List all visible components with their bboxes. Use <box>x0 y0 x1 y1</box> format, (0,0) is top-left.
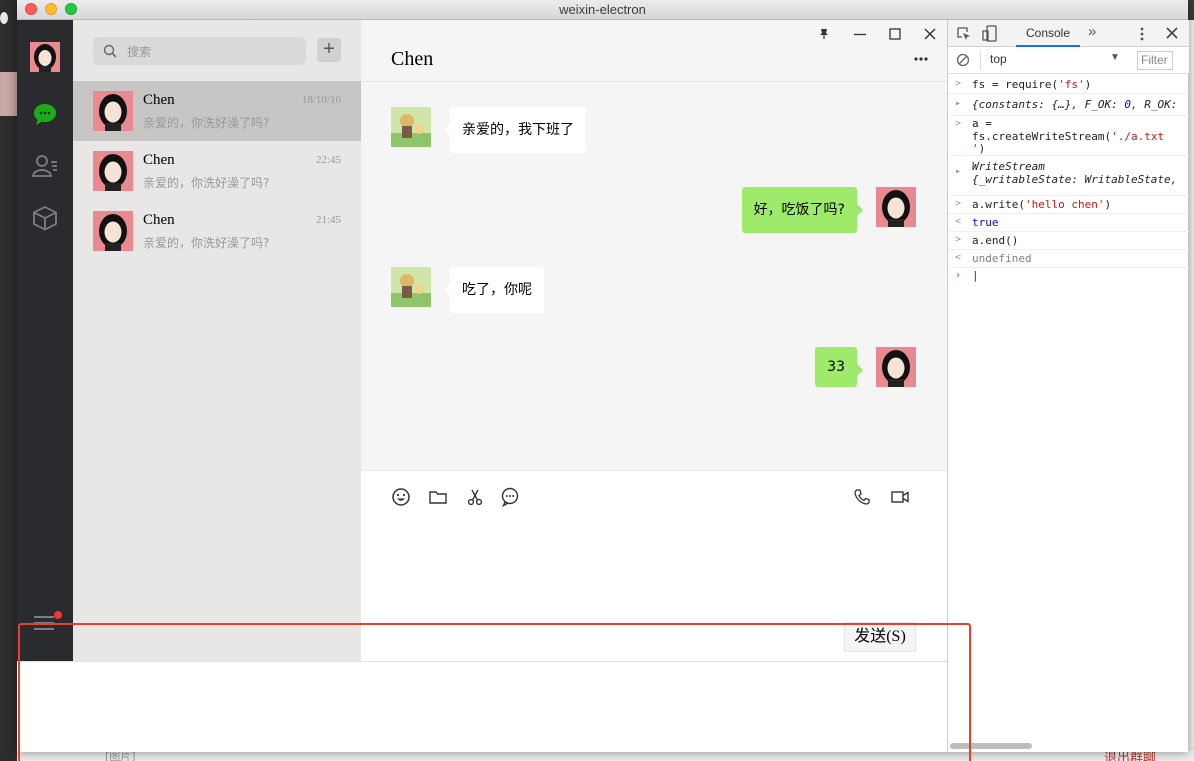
search-icon <box>103 44 117 58</box>
nav-sidebar <box>17 20 73 661</box>
message-bubble: 亲爱的，我下班了 <box>444 107 586 153</box>
chat-history-icon[interactable] <box>500 487 520 507</box>
close-icon[interactable] <box>923 27 937 41</box>
kebab-menu-icon[interactable] <box>1139 26 1145 42</box>
tab-console[interactable]: Console <box>1016 20 1080 47</box>
console-line: ▸ WriteStream {_writableState: WritableS… <box>948 156 1189 196</box>
session-name: Chen <box>143 212 175 228</box>
devtools-panel: Console » top ▼ Filter > fs = require('f… <box>947 20 1189 752</box>
background-avatar <box>0 72 17 116</box>
user-avatar <box>876 187 916 227</box>
video-call-icon[interactable] <box>890 487 910 507</box>
console-line: > a.end() <box>948 232 1189 250</box>
message-bubble-self: 33 <box>815 347 863 387</box>
background-dot <box>0 12 8 24</box>
filter-input[interactable]: Filter <box>1137 51 1173 70</box>
session-preview: 亲爱的，你洗好澡了吗? <box>143 116 270 130</box>
more-icon[interactable] <box>913 56 929 62</box>
context-select[interactable]: top <box>990 52 1007 66</box>
session-time: 21:45 <box>315 214 341 226</box>
device-toolbar-icon[interactable] <box>982 25 998 42</box>
more-tabs-icon[interactable]: » <box>1088 23 1096 40</box>
console-line: > fs = require('fs') <box>948 76 1189 94</box>
minimize-icon[interactable] <box>853 27 867 41</box>
session-list: 搜索 + Chen 18/10/10 亲爱的，你洗好澡了吗? Chen 22:4… <box>73 20 361 661</box>
session-item[interactable]: Chen 22:45 亲爱的，你洗好澡了吗? <box>73 141 361 201</box>
scissors-icon[interactable] <box>465 487 485 507</box>
devtools-toolbar: Console » <box>948 20 1189 47</box>
console-line: < undefined <box>948 250 1189 268</box>
pin-icon[interactable] <box>817 27 831 41</box>
chevron-down-icon[interactable]: ▼ <box>1110 52 1120 63</box>
session-preview: 亲爱的，你洗好澡了吗? <box>143 176 270 190</box>
search-input[interactable]: 搜索 <box>93 37 306 65</box>
contact-avatar <box>93 151 133 191</box>
phone-icon[interactable] <box>852 487 872 507</box>
message-bubble: 吃了，你呢 <box>444 267 544 313</box>
console-line: > a = fs.createWriteStream('./a.txt ') <box>948 116 1189 156</box>
chat-bubble-icon[interactable] <box>31 100 59 128</box>
chat-panel: Chen 亲爱的，我下班了 好，吃饭了吗? 吃了，你呢 33 发送(S) <box>361 20 947 661</box>
contact-avatar <box>93 91 133 131</box>
console-line: < true <box>948 214 1189 232</box>
session-time: 18/10/10 <box>301 94 341 106</box>
session-name: Chen <box>143 152 175 168</box>
contact-avatar <box>391 267 431 307</box>
contacts-icon[interactable] <box>31 152 59 180</box>
chat-title: Chen <box>391 48 434 70</box>
window-title: weixin-electron <box>559 2 646 17</box>
inspect-element-icon[interactable] <box>956 26 972 42</box>
highlight-annotation <box>18 623 971 761</box>
folder-icon[interactable] <box>428 487 448 507</box>
session-item[interactable]: Chen 18/10/10 亲爱的，你洗好澡了吗? <box>73 81 361 141</box>
maximize-icon[interactable] <box>888 27 902 41</box>
toolbar-divider <box>980 51 981 70</box>
favorites-cube-icon[interactable] <box>31 204 59 232</box>
console-line: > a.write('hello chen') <box>948 196 1189 214</box>
message-list: 亲爱的，我下班了 好，吃饭了吗? 吃了，你呢 33 <box>361 82 947 470</box>
contact-avatar <box>391 107 431 147</box>
add-chat-button[interactable]: + <box>317 38 341 62</box>
console-toolbar: top ▼ Filter <box>948 47 1189 74</box>
console-prompt[interactable]: › | <box>948 268 1189 286</box>
session-time: 22:45 <box>315 154 341 166</box>
chat-header: Chen <box>361 20 947 82</box>
menu-badge-dot <box>54 611 62 619</box>
title-bar: weixin-electron <box>17 0 1188 20</box>
emoji-icon[interactable] <box>391 487 411 507</box>
session-name: Chen <box>143 92 175 108</box>
contact-avatar <box>93 211 133 251</box>
search-placeholder: 搜索 <box>127 45 152 59</box>
close-devtools-icon[interactable] <box>1166 27 1178 39</box>
user-avatar <box>876 347 916 387</box>
message-bubble-self: 好，吃饭了吗? <box>741 187 864 233</box>
session-preview: 亲爱的，你洗好澡了吗? <box>143 236 270 250</box>
clear-console-icon[interactable] <box>956 53 970 67</box>
user-avatar[interactable] <box>30 42 60 72</box>
session-item[interactable]: Chen 21:45 亲爱的，你洗好澡了吗? <box>73 201 361 261</box>
console-line: ▸ {constants: {…}, F_OK: 0, R_OK: <box>948 94 1189 116</box>
